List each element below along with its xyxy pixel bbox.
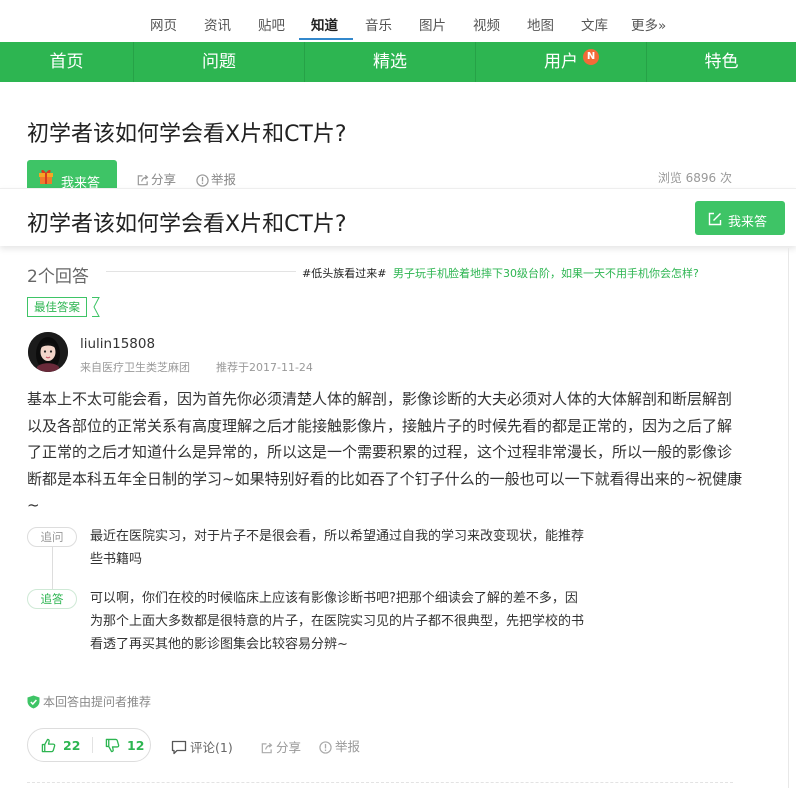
top-search-nav: 网页 资讯 贴吧 知道 音乐 图片 视频 地图 文库 更多» <box>0 0 796 42</box>
share-label: 分享 <box>151 172 177 187</box>
answer-content: 基本上不太可能会看，因为首先你必须清楚人体的解剖，影像诊断的大夫必须对人体的大体… <box>27 390 743 514</box>
sticky-answer-button[interactable]: 我来答 <box>695 201 785 235</box>
best-answer-label: 最佳答案 <box>27 297 87 317</box>
new-badge: N <box>583 49 599 65</box>
thumbs-up-icon <box>41 738 56 753</box>
tab-featured[interactable]: 精选 <box>305 42 475 82</box>
report-link[interactable]: 举报 <box>196 169 236 188</box>
nav-images[interactable]: 图片 <box>419 14 446 34</box>
vote-divider <box>92 737 93 753</box>
answer-button[interactable]: 我来答 <box>27 160 117 191</box>
followup-ask-tag: 追问 <box>27 527 77 547</box>
report-label: 举报 <box>211 172 237 187</box>
gift-icon <box>39 169 53 184</box>
tab-users[interactable]: 用户 <box>476 42 646 82</box>
avatar[interactable] <box>28 332 68 372</box>
nav-music[interactable]: 音乐 <box>365 14 392 34</box>
nav-wenku[interactable]: 文库 <box>581 14 608 34</box>
nav-map[interactable]: 地图 <box>527 14 554 34</box>
answer-report-button[interactable]: 举报 <box>319 736 360 755</box>
followup-ask-text: 最近在医院实习，对于片子不是很会看，所以希望通过自我的学习来改变现状，能推荐些书… <box>90 529 585 567</box>
upvote-button[interactable]: 22 <box>41 738 80 753</box>
nav-more[interactable]: 更多» <box>631 14 666 34</box>
downvote-count: 12 <box>127 738 145 753</box>
warning-icon <box>319 741 332 754</box>
nav-video[interactable]: 视频 <box>473 14 500 34</box>
author-name[interactable]: liulin15808 <box>80 336 155 352</box>
category-bar: 首页 问题 精选 用户 特色 <box>0 42 796 82</box>
sticky-answer-button-label: 我来答 <box>728 215 768 230</box>
comment-button[interactable]: 评论(1) <box>171 737 233 756</box>
answer-bottom-divider <box>27 782 733 783</box>
vote-box: 22 12 <box>27 728 151 762</box>
answer-share-button[interactable]: 分享 <box>260 737 301 756</box>
followup-connector <box>52 545 53 590</box>
recommended-note: 本回答由提问者推荐 <box>27 693 151 710</box>
nav-active-underline <box>299 38 353 40</box>
answer-share-label: 分享 <box>276 740 302 755</box>
downvote-button[interactable]: 12 <box>105 738 144 753</box>
tab-special[interactable]: 特色 <box>647 42 796 82</box>
edit-icon <box>708 212 722 226</box>
question-title: 初学者该如何学会看X片和CT片? <box>27 122 347 147</box>
answer-count: 2个回答 <box>27 267 89 287</box>
view-count: 浏览 6896 次 <box>657 171 732 185</box>
nav-tieba[interactable]: 贴吧 <box>258 14 285 34</box>
shield-check-icon <box>27 695 40 709</box>
answers-divider <box>106 271 296 272</box>
answer-report-label: 举报 <box>335 739 361 754</box>
recommend-date: 推荐于2017-11-24 <box>216 361 313 374</box>
scroll-edge <box>788 248 789 788</box>
nav-zhidao[interactable]: 知道 <box>311 14 338 34</box>
nav-news[interactable]: 资讯 <box>204 14 231 34</box>
nav-web[interactable]: 网页 <box>150 14 177 34</box>
best-label-tail-icon <box>92 297 100 317</box>
comment-label: 评论(1) <box>190 740 233 755</box>
sticky-header: 初学者该如何学会看X片和CT片? 我来答 <box>0 188 796 246</box>
sticky-question-title: 初学者该如何学会看X片和CT片? <box>27 212 347 237</box>
share-icon <box>137 174 149 186</box>
tab-questions[interactable]: 问题 <box>134 42 304 82</box>
hot-topic-tag[interactable]: #低头族看过来# <box>302 265 386 281</box>
hot-topic-link[interactable]: 男子玩手机脸着地摔下30级台阶，如果一天不用手机你会怎样? <box>393 265 699 281</box>
upvote-count: 22 <box>63 738 81 753</box>
share-icon <box>261 742 273 754</box>
recommended-label: 本回答由提问者推荐 <box>43 695 152 709</box>
share-link[interactable]: 分享 <box>136 169 176 188</box>
followup-reply-text: 可以啊，你们在校的时候临床上应该有影像诊断书吧?把那个细读会了解的差不多，因为那… <box>90 591 585 652</box>
author-team[interactable]: 来自医疗卫生类芝麻团 <box>80 359 190 375</box>
user-portrait-icon <box>28 332 68 372</box>
warning-icon <box>196 174 209 187</box>
thumbs-down-icon <box>105 738 120 753</box>
followup-reply-tag: 追答 <box>27 589 77 609</box>
comment-icon <box>171 740 187 755</box>
tab-home[interactable]: 首页 <box>0 42 133 82</box>
